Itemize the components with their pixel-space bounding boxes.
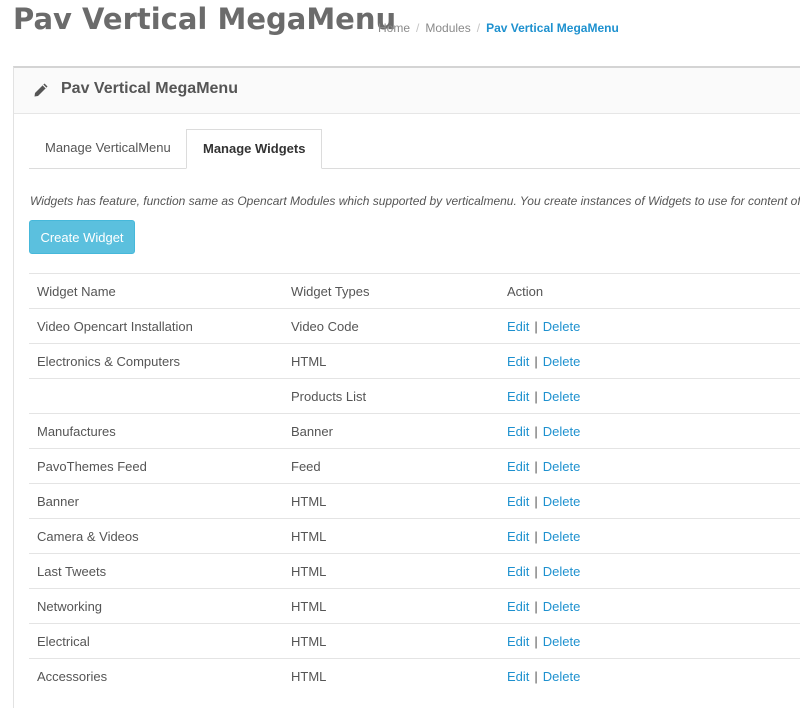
action-cell: Edit | Delete [507, 564, 580, 579]
action-separator: | [534, 529, 538, 544]
action-separator: | [534, 494, 538, 509]
edit-link[interactable]: Edit [507, 354, 529, 369]
breadcrumb-separator: / [476, 21, 481, 35]
table-row: Accessories HTML Edit | Delete [29, 658, 800, 693]
widget-name: Camera & Videos [37, 529, 139, 544]
delete-link[interactable]: Delete [543, 529, 581, 544]
action-separator: | [534, 564, 538, 579]
edit-link[interactable]: Edit [507, 634, 529, 649]
table-row: Video Opencart Installation Video Code E… [29, 308, 800, 343]
widget-name: Networking [37, 599, 103, 614]
create-widget-button[interactable]: Create Widget [29, 220, 135, 254]
column-header-widget-name: Widget Name [37, 284, 116, 299]
breadcrumb-separator: / [416, 21, 420, 35]
action-separator: | [534, 459, 538, 474]
table-row: Banner HTML Edit | Delete [29, 483, 800, 518]
edit-link[interactable]: Edit [507, 424, 529, 439]
edit-link[interactable]: Edit [507, 494, 529, 509]
widget-type: Feed [291, 459, 321, 474]
table-row: Camera & Videos HTML Edit | Delete [29, 518, 800, 553]
breadcrumb-home[interactable]: Home [378, 21, 410, 35]
widget-type: HTML [291, 599, 327, 614]
breadcrumb-current[interactable]: Pav Vertical MegaMenu [486, 21, 619, 35]
panel-heading: Pav Vertical MegaMenu [14, 68, 800, 114]
action-separator: | [534, 319, 538, 334]
widget-type: Video Code [291, 319, 359, 334]
edit-link[interactable]: Edit [507, 389, 529, 404]
widget-type: Banner [291, 424, 333, 439]
delete-link[interactable]: Delete [543, 459, 581, 474]
widget-name: PavoThemes Feed [37, 459, 147, 474]
widget-type: HTML [291, 494, 327, 509]
table-row: Networking HTML Edit | Delete [29, 588, 800, 623]
breadcrumb: Home / Modules / Pav Vertical MegaMenu [378, 21, 619, 35]
action-cell: Edit | Delete [507, 459, 580, 474]
page-header: Pav Vertical MegaMenu Home / Modules / Pav V… [0, 0, 800, 66]
table-row: PavoThemes Feed Feed Edit | Delete [29, 448, 800, 483]
action-cell: Edit | Delete [507, 354, 580, 369]
widget-name: Electrical [37, 634, 90, 649]
widget-name: Banner [37, 494, 79, 509]
widget-type: HTML [291, 354, 327, 369]
breadcrumb-modules[interactable]: Modules [425, 21, 470, 35]
table-row: Electrical HTML Edit | Delete [29, 623, 800, 658]
action-cell: Edit | Delete [507, 389, 580, 404]
widget-name: Video Opencart Installation [37, 319, 193, 334]
delete-link[interactable]: Delete [543, 319, 581, 334]
table-row: Last Tweets HTML Edit | Delete [29, 553, 800, 588]
column-header-action: Action [507, 284, 544, 299]
action-cell: Edit | Delete [507, 319, 580, 334]
action-cell: Edit | Delete [507, 529, 580, 544]
table-row: Products List Edit | Delete [29, 378, 800, 413]
action-cell: Edit | Delete [507, 494, 580, 509]
delete-link[interactable]: Delete [543, 354, 581, 369]
widget-name: Electronics & Computers [37, 354, 181, 369]
widget-type: HTML [291, 634, 327, 649]
delete-link[interactable]: Delete [543, 634, 581, 649]
table-row: Manufactures Banner Edit | Delete [29, 413, 800, 448]
edit-link[interactable]: Edit [507, 599, 529, 614]
delete-link[interactable]: Delete [543, 424, 581, 439]
edit-link[interactable]: Edit [507, 529, 529, 544]
tab-manage-verticalmenu[interactable]: Manage VerticalMenu [29, 129, 187, 167]
widgets-description: Widgets has feature, function same as Op… [30, 194, 800, 208]
widget-name: Last Tweets [37, 564, 107, 579]
action-separator: | [534, 354, 538, 369]
table-row: Electronics & Computers HTML Edit | Delete [29, 343, 800, 378]
table-header-row: Widget Name Widget Types Action [29, 273, 800, 308]
delete-link[interactable]: Delete [543, 389, 581, 404]
tab-manage-widgets[interactable]: Manage Widgets [186, 129, 323, 169]
widget-name: Manufactures [37, 424, 116, 439]
edit-link[interactable]: Edit [507, 319, 529, 334]
edit-link[interactable]: Edit [507, 459, 529, 474]
delete-link[interactable]: Delete [543, 494, 581, 509]
action-cell: Edit | Delete [507, 424, 580, 439]
action-separator: | [534, 389, 538, 404]
edit-link[interactable]: Edit [507, 564, 529, 579]
pencil-icon [34, 83, 48, 97]
action-separator: | [534, 634, 538, 649]
panel-title: Pav Vertical MegaMenu [61, 80, 238, 97]
action-cell: Edit | Delete [507, 634, 580, 649]
action-separator: | [534, 599, 538, 614]
tab-bar: Manage VerticalMenu Manage Widgets [29, 129, 800, 169]
page-title: Pav Vertical MegaMenu [13, 2, 397, 36]
widgets-table: Widget Name Widget Types Action Video Op… [29, 273, 800, 693]
column-header-widget-types: Widget Types [291, 284, 370, 299]
widget-type: HTML [291, 529, 327, 544]
main-panel: Pav Vertical MegaMenu Manage VerticalMen… [13, 66, 800, 708]
widget-type: HTML [291, 564, 327, 579]
widget-type: Products List [291, 389, 367, 404]
delete-link[interactable]: Delete [543, 599, 581, 614]
action-separator: | [534, 424, 538, 439]
action-cell: Edit | Delete [507, 599, 580, 614]
delete-link[interactable]: Delete [543, 564, 581, 579]
